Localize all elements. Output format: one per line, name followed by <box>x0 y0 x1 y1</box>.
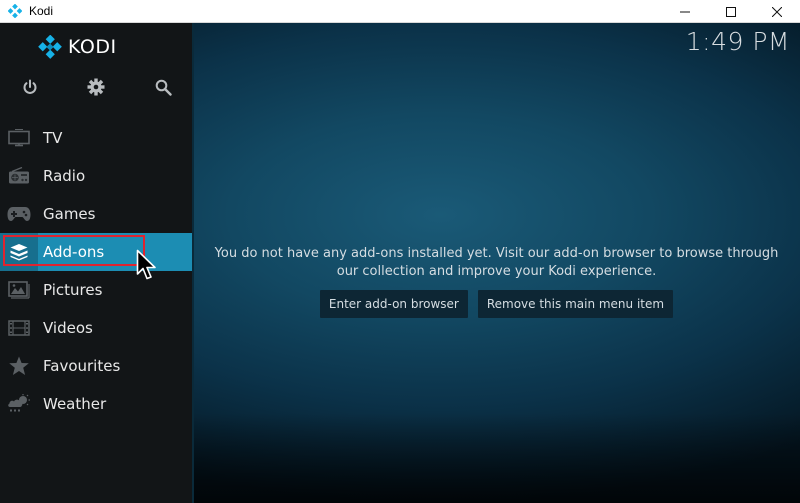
action-buttons: Enter add-on browser Remove this main me… <box>193 290 800 318</box>
search-button[interactable] <box>153 77 173 97</box>
menu-item-label: TV <box>43 129 63 147</box>
star-icon <box>0 347 38 385</box>
top-icon-bar <box>0 77 193 101</box>
menu-item-games[interactable]: Games <box>0 195 193 233</box>
message-line-2: our collection and improve your Kodi exp… <box>336 264 657 279</box>
no-addons-message: You do not have any add-ons installed ye… <box>193 245 800 281</box>
window-titlebar: Kodi <box>0 0 800 23</box>
menu-item-addons[interactable]: Add-ons <box>0 233 193 271</box>
maximize-icon <box>726 6 736 17</box>
menu-item-label: Videos <box>43 319 93 337</box>
menu-item-label: Weather <box>43 395 107 413</box>
enter-addon-browser-button[interactable]: Enter add-on browser <box>319 290 468 318</box>
menu-item-tv[interactable]: TV <box>0 119 193 157</box>
pictures-icon <box>0 271 38 309</box>
kodi-logo-text: KODI <box>68 36 117 58</box>
weather-icon <box>0 385 38 423</box>
film-icon <box>0 309 38 347</box>
settings-button[interactable] <box>86 77 106 97</box>
gamepad-icon <box>0 195 38 233</box>
remove-menu-item-button[interactable]: Remove this main menu item <box>477 290 674 318</box>
sidebar: KODI TV Radio Games Add-ons Pictures Vid… <box>0 23 194 503</box>
power-icon <box>23 79 37 94</box>
menu-item-radio[interactable]: Radio <box>0 157 193 195</box>
minimize-button[interactable] <box>662 0 708 23</box>
mouse-cursor-icon <box>136 249 160 283</box>
close-button[interactable] <box>754 0 800 23</box>
radio-icon <box>0 157 38 195</box>
power-button[interactable] <box>20 77 40 97</box>
kodi-app: KODI TV Radio Games Add-ons Pictures Vid… <box>0 23 800 503</box>
menu-item-pictures[interactable]: Pictures <box>0 271 193 309</box>
menu-item-label: Radio <box>43 167 86 185</box>
menu-item-label: Pictures <box>43 281 103 299</box>
maximize-button[interactable] <box>708 0 754 23</box>
menu-item-label: Favourites <box>43 357 121 375</box>
close-icon <box>772 6 782 17</box>
tv-icon <box>0 119 38 157</box>
gear-icon <box>87 78 105 96</box>
menu-item-label: Games <box>43 205 96 223</box>
kodi-logo-icon <box>38 35 62 59</box>
menu-item-favourites[interactable]: Favourites <box>0 347 193 385</box>
addons-box-icon <box>0 233 38 271</box>
main-menu: TV Radio Games Add-ons Pictures Videos F… <box>0 119 193 423</box>
minimize-icon <box>680 11 690 12</box>
menu-item-label: Add-ons <box>43 243 105 261</box>
kodi-logo: KODI <box>38 35 117 59</box>
menu-item-videos[interactable]: Videos <box>0 309 193 347</box>
menu-item-weather[interactable]: Weather <box>0 385 193 423</box>
kodi-app-icon <box>8 4 22 18</box>
window-title: Kodi <box>29 4 54 18</box>
clock: 1:49 PM <box>685 27 790 56</box>
search-icon <box>155 79 172 96</box>
window-controls <box>662 0 800 23</box>
message-line-1: You do not have any add-ons installed ye… <box>214 246 779 261</box>
